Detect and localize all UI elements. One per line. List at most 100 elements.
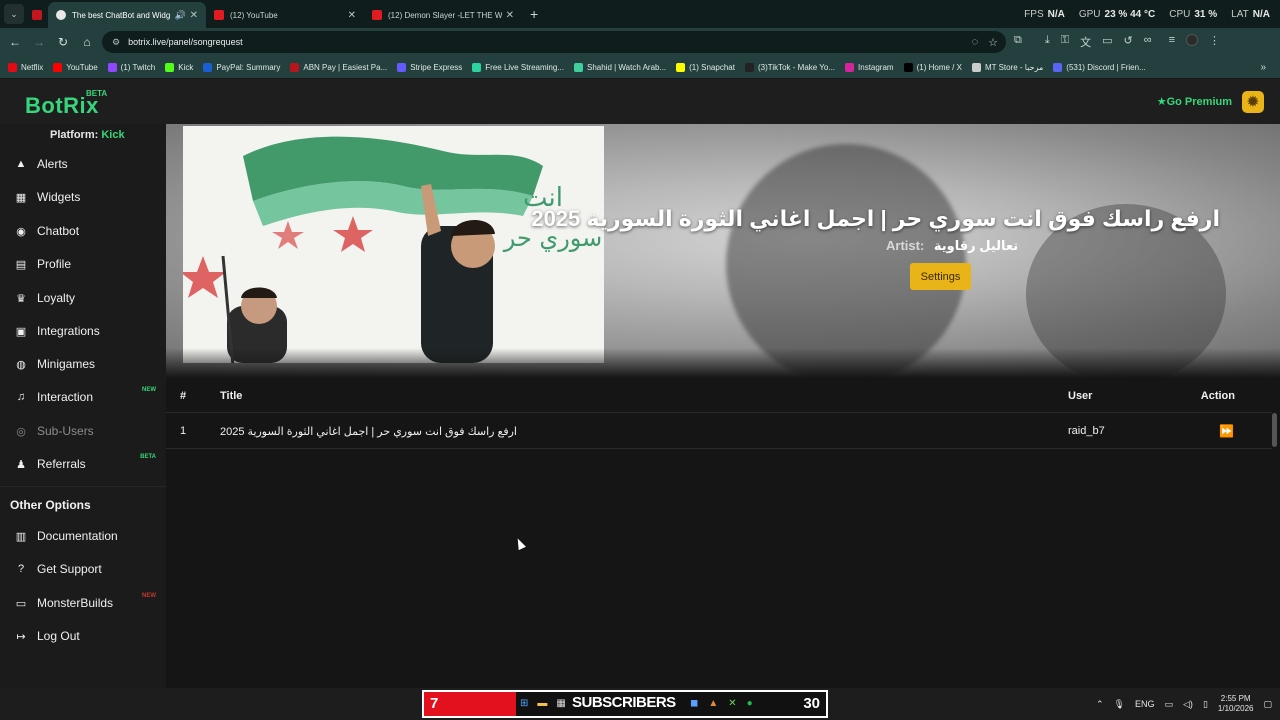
sidebar-item-sub-users[interactable]: ◎ Sub-Users [0, 419, 166, 443]
battery-icon[interactable]: ▯ [1203, 699, 1208, 710]
sidebar-item-documentation[interactable]: ▥ Documentation [0, 524, 166, 548]
platform-value: Kick [101, 129, 125, 141]
card-icon[interactable]: ▭ [1102, 34, 1112, 50]
tab-pinned[interactable] [24, 2, 48, 28]
bookmark-item[interactable]: Kick [165, 62, 193, 72]
sidebar-item-monsterbuilds[interactable]: ▭ MonsterBuilds NEW [0, 591, 166, 615]
tab-youtube[interactable]: (12) YouTube ✕ [206, 2, 364, 28]
column-header-title: Title [220, 390, 243, 402]
bookmark-favicon-icon [903, 62, 913, 72]
start-icon[interactable]: ⊞ [520, 698, 528, 709]
extensions-icon[interactable]: ⧉ [1014, 34, 1022, 50]
bookmark-item[interactable]: (1) Snapchat [676, 62, 735, 72]
calculator-icon[interactable]: ▦ [556, 698, 565, 709]
bookmark-label: Free Live Streaming... [485, 62, 564, 72]
cover-artwork: انت سوري حر [183, 126, 604, 363]
site-info-icon[interactable]: ⚙ [112, 37, 120, 48]
home-icon[interactable]: ⌂ [75, 35, 99, 49]
chevron-up-icon[interactable]: ⌃ [1096, 699, 1104, 710]
link-icon[interactable]: ∞ [1144, 34, 1152, 50]
bookmark-item[interactable]: ABN Pay | Easiest Pa... [290, 62, 387, 72]
clock[interactable]: 2:55 PM 1/10/2026 [1218, 694, 1254, 714]
bookmark-item[interactable]: Stripe Express [397, 62, 462, 72]
address-bar-row: ← → ↻ ⌂ ⚙ botrix.live/panel/songrequest … [0, 28, 1280, 56]
bookmark-item[interactable]: Free Live Streaming... [472, 62, 564, 72]
toolbar-icons: ⧉ ⤓ ⚿ 文 ▭ ↺ ∞ ≡ ⋮ [1014, 34, 1220, 50]
translate-icon[interactable]: 文 [1080, 34, 1091, 50]
sidebar-item-widgets[interactable]: ▦ Widgets [0, 185, 166, 209]
sidebar-item-label: Sub-Users [37, 424, 94, 438]
bookmark-star-icon[interactable]: ☆ [988, 36, 998, 49]
tab-botrix[interactable]: The best ChatBot and Widg 🔊 ✕ [48, 2, 206, 28]
song-queue-table: # Title User Action 1 ارفع راسك فوق انت … [166, 378, 1280, 688]
bookmark-item[interactable]: YouTube [53, 62, 98, 72]
users-icon: ◎ [16, 425, 26, 438]
bookmark-item[interactable]: (531) Discord | Frien... [1053, 62, 1146, 72]
more-menu-icon[interactable]: ⋮ [1209, 34, 1220, 50]
xbox-icon[interactable]: ✕ [728, 698, 736, 709]
botrix-favicon-icon [56, 10, 66, 20]
skip-forward-icon[interactable]: ⏩ [1219, 424, 1234, 438]
new-tab-icon[interactable]: + [530, 6, 538, 22]
sidebar-item-alerts[interactable]: ▲ Alerts [0, 152, 166, 176]
go-premium-button[interactable]: ★Go Premium [1157, 95, 1232, 108]
fps-label: FPS [1024, 9, 1044, 20]
language-indicator[interactable]: ENG [1135, 699, 1155, 709]
cpu-value: 31 % [1194, 9, 1218, 20]
bookmark-item[interactable]: (3)TikTok - Make Yo... [744, 62, 835, 72]
speaker-icon[interactable]: 🔊 [175, 10, 186, 21]
book-icon: ▥ [15, 530, 27, 543]
bookmark-item[interactable]: (1) Home / X [903, 62, 962, 72]
sidebar-item-interaction[interactable]: ♫ Interaction NEW [0, 385, 166, 409]
close-tab-icon[interactable]: ✕ [190, 10, 198, 21]
bookmark-label: MT Store - مرحبا [984, 62, 1044, 72]
scrollbar-thumb[interactable] [1272, 413, 1277, 447]
sidebar-item-referrals[interactable]: ♟ Referrals BETA [0, 452, 166, 476]
bookmarks-bar: Netflix YouTube (1) Twitch Kick PayPal: Summ… [0, 56, 1280, 78]
tab-demon-slayer[interactable]: (12) Demon Slayer -LET THE W ✕ [364, 2, 522, 28]
song-settings-button[interactable]: Settings [910, 263, 971, 290]
tab-label: The best ChatBot and Widg [72, 10, 171, 20]
sidebar-item-profile[interactable]: ▤ Profile [0, 252, 166, 276]
notification-icon[interactable]: ▢ [1263, 699, 1272, 710]
file-explorer-icon[interactable]: ▬ [537, 698, 547, 709]
id-card-icon: ▤ [15, 258, 27, 271]
bookmark-item[interactable]: (1) Twitch [107, 62, 155, 72]
adobe-icon[interactable]: ▲ [708, 698, 718, 709]
reload-icon[interactable]: ↻ [51, 35, 75, 49]
bookmark-item[interactable]: Shahid | Watch Arab... [573, 62, 666, 72]
table-row[interactable]: 1 ارفع راسك فوق انت سوري حر | اجمل اغاني… [166, 413, 1272, 449]
history-icon[interactable]: ↺ [1124, 34, 1133, 50]
download-icon[interactable]: ⤓ [1045, 34, 1050, 50]
volume-icon[interactable]: ◁) [1183, 699, 1193, 710]
photoshop-icon[interactable]: ◼ [690, 698, 698, 709]
spotify-icon[interactable]: ● [747, 698, 753, 709]
network-icon[interactable]: ▭ [1165, 699, 1174, 710]
eye-off-icon[interactable]: ◌ [972, 36, 979, 49]
url-text[interactable]: botrix.live/panel/songrequest [128, 37, 243, 47]
trophy-icon: ♛ [16, 292, 26, 305]
tab-search-button[interactable]: ⌄ [4, 4, 24, 24]
sidebar-item-integrations[interactable]: ▣ Integrations [0, 319, 166, 343]
bookmark-item[interactable]: MT Store - مرحبا [971, 62, 1044, 72]
microphone-icon[interactable]: 🎙 [1114, 699, 1125, 710]
avatar[interactable] [1186, 34, 1198, 46]
settings-gear-icon[interactable]: ✹ [1242, 91, 1264, 113]
close-tab-icon[interactable]: ✕ [348, 10, 356, 21]
sidebar-item-chatbot[interactable]: ◉ Chatbot [0, 219, 166, 243]
bookmark-item[interactable]: PayPal: Summary [203, 62, 280, 72]
more-bookmarks-icon[interactable]: » [1260, 62, 1266, 73]
sidebar-item-log-out[interactable]: ↦ Log Out [0, 624, 166, 648]
back-icon[interactable]: ← [3, 35, 27, 49]
key-icon[interactable]: ⚿ [1061, 34, 1069, 50]
sidebar-item-loyalty[interactable]: ♛ Loyalty [0, 286, 166, 310]
media-icon[interactable]: ≡ [1169, 34, 1175, 50]
close-tab-icon[interactable]: ✕ [506, 10, 514, 21]
cpu-label: CPU [1169, 9, 1191, 20]
sidebar-item-minigames[interactable]: ◍ Minigames [0, 352, 166, 376]
forward-icon[interactable]: → [27, 35, 51, 49]
bookmark-item[interactable]: Netflix [8, 62, 43, 72]
sidebar-item-get-support[interactable]: ? Get Support [0, 557, 166, 581]
bookmark-item[interactable]: Instagram [845, 62, 894, 72]
address-bar[interactable]: ⚙ botrix.live/panel/songrequest ◌ ☆ [102, 31, 1006, 53]
